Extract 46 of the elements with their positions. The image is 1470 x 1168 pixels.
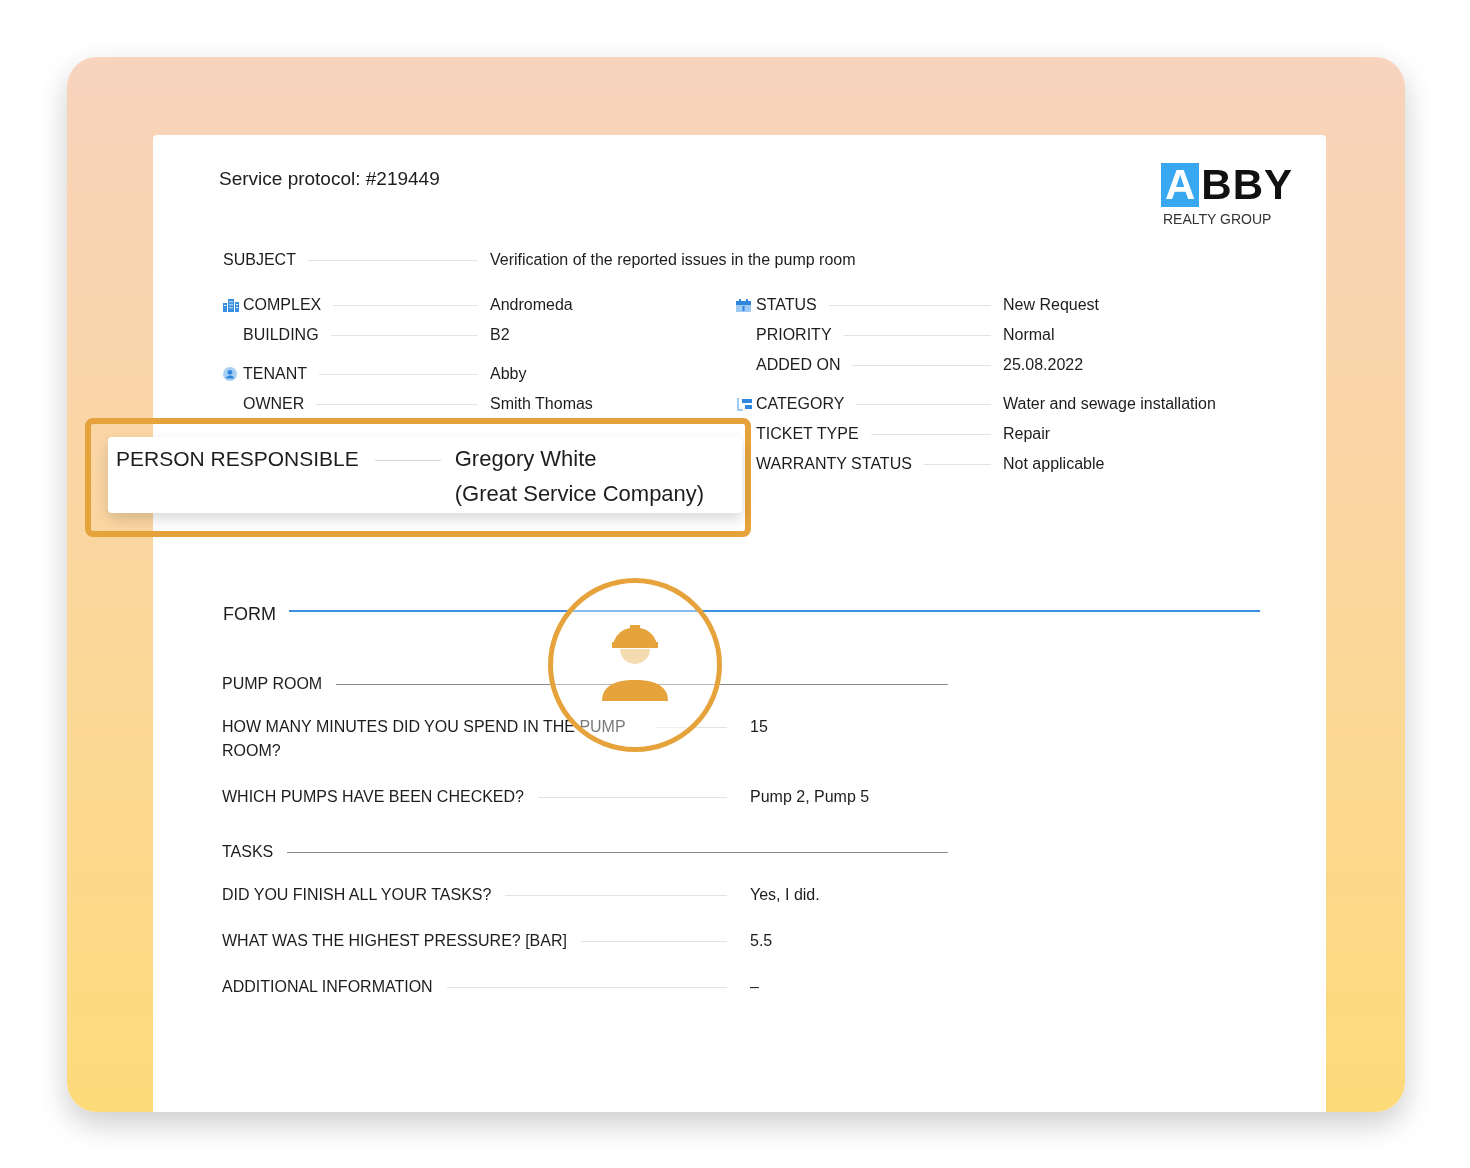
question-label: DID YOU FINISH ALL YOUR TASKS? <box>222 885 492 905</box>
field-value: Not applicable <box>1003 455 1105 473</box>
document-title: Service protocol: #219449 <box>219 168 440 190</box>
answer-value: 15 <box>750 717 768 737</box>
field-value: Smith Thomas <box>490 395 593 413</box>
logo-tagline: REALTY GROUP <box>1162 211 1272 227</box>
field-label: WARRANTY STATUS <box>756 455 912 473</box>
field-label: PERSON RESPONSIBLE <box>116 447 359 471</box>
question-label: ADDITIONAL INFORMATION <box>222 977 433 997</box>
question-label: HOW MANY MINUTES DID YOU SPEND IN THE PUMP ROOM? <box>222 717 627 761</box>
field-value: B2 <box>490 326 510 344</box>
field-value: Verification of the reported issues in the pump room <box>490 251 856 269</box>
field-value: Repair <box>1003 425 1051 443</box>
answer-value: Pump 2, Pump 5 <box>750 787 870 807</box>
logo-name: BBY <box>1200 163 1293 207</box>
field-value: New Request <box>1003 296 1100 314</box>
subsection-title: TASKS <box>222 843 274 861</box>
answer-value: Yes, I did. <box>750 885 820 905</box>
question-label: WHAT WAS THE HIGHEST PRESSURE? [BAR] <box>222 931 567 951</box>
question-label: WHICH PUMPS HAVE BEEN CHECKED? <box>222 787 524 807</box>
field-label: OWNER <box>243 395 305 413</box>
field-label: CATEGORY <box>756 395 845 413</box>
building-icon <box>223 298 239 312</box>
answer-value: 5.5 <box>750 931 773 951</box>
field-label: TICKET TYPE <box>756 425 859 443</box>
field-label: TENANT <box>243 365 307 383</box>
field-value: Abby <box>490 365 527 383</box>
subsection-title: PUMP ROOM <box>222 675 323 693</box>
field-label: STATUS <box>756 296 817 314</box>
field-label: PRIORITY <box>756 326 832 344</box>
section-title: FORM <box>223 604 276 625</box>
person-icon <box>223 367 237 381</box>
calendar-icon <box>736 298 751 312</box>
field-value: (Great Service Company) <box>454 480 705 508</box>
field-label: SUBJECT <box>223 251 296 269</box>
field-value: Normal <box>1003 326 1055 344</box>
field-value: Gregory White <box>454 445 598 473</box>
hierarchy-icon <box>736 397 752 411</box>
logo-mark: A <box>1160 163 1200 207</box>
field-label: COMPLEX <box>243 296 322 314</box>
field-value: Water and sewage installation <box>1003 395 1216 413</box>
field-value: Andromeda <box>490 296 573 314</box>
field-value: 25.08.2022 <box>1003 356 1084 374</box>
field-label: ADDED ON <box>756 356 841 374</box>
answer-value: – <box>750 977 759 997</box>
field-label: BUILDING <box>243 326 319 344</box>
